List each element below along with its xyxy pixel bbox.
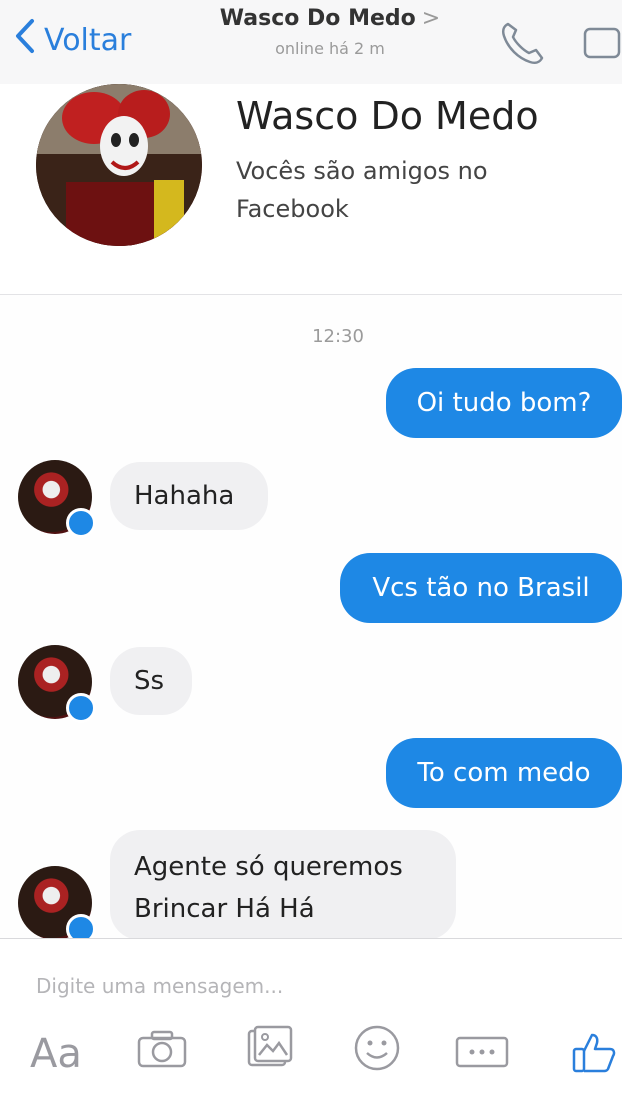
message-text: To com medo [417, 758, 591, 788]
video-icon[interactable] [582, 26, 622, 64]
profile-card: Wasco Do Medo Vocês são amigos no Facebo… [0, 84, 622, 295]
outgoing-message[interactable]: Vcs tão no Brasil [340, 553, 622, 623]
chat-header: Voltar Wasco Do Medo > online há 2 m [0, 0, 622, 85]
incoming-message[interactable]: Ss [110, 647, 192, 715]
message-text-line: Brincar Há Há [134, 894, 315, 924]
chat-screen: Voltar Wasco Do Medo > online há 2 m Was… [0, 0, 622, 1105]
emoji-icon[interactable] [352, 1023, 402, 1077]
message-timestamp: 12:30 [312, 326, 364, 347]
conversation-title-text: Wasco Do Medo [219, 6, 416, 31]
camera-icon[interactable] [136, 1029, 188, 1073]
message-text: Oi tudo bom? [416, 388, 592, 418]
message-composer: Aa [0, 938, 622, 1105]
thumbs-up-icon[interactable] [570, 1029, 618, 1079]
avatar[interactable] [36, 84, 202, 246]
message-input[interactable] [34, 967, 578, 1005]
title-chevron: > [421, 6, 441, 31]
conversation-title-area[interactable]: Wasco Do Medo > online há 2 m [180, 6, 480, 58]
message-text: Ss [134, 666, 165, 696]
back-label: Voltar [44, 22, 132, 58]
messenger-badge-icon [66, 693, 96, 723]
message-text: Vcs tão no Brasil [372, 573, 590, 603]
text-format-button[interactable]: Aa [30, 1031, 82, 1077]
outgoing-message[interactable]: Oi tudo bom? [386, 368, 622, 438]
presence-status: online há 2 m [275, 39, 385, 58]
message-text: Hahaha [134, 481, 235, 511]
outgoing-message[interactable]: To com medo [386, 738, 622, 808]
incoming-message[interactable]: Agente só queremos Brincar Há Há [110, 830, 456, 940]
profile-friend-status: Vocês são amigos no Facebook [236, 157, 488, 223]
back-button[interactable]: Voltar [14, 18, 131, 62]
gallery-icon[interactable] [245, 1023, 295, 1075]
messenger-badge-icon [66, 508, 96, 538]
profile-name: Wasco Do Medo [236, 94, 539, 138]
chevron-left-icon [14, 18, 44, 62]
conversation-title: Wasco Do Medo > [180, 6, 480, 31]
incoming-message[interactable]: Hahaha [110, 462, 268, 530]
phone-icon[interactable] [498, 18, 548, 70]
message-text-line: Agente só queremos [134, 852, 403, 882]
more-icon[interactable] [454, 1035, 510, 1073]
